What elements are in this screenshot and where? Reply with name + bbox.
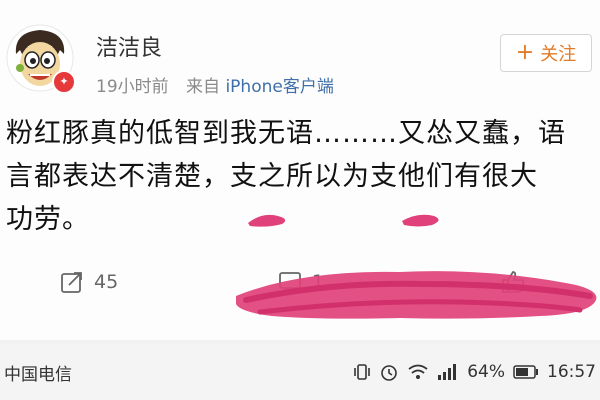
plus-icon: +	[515, 40, 535, 65]
alarm-icon	[381, 365, 398, 381]
repost-count: 45	[94, 271, 119, 293]
vibrate-icon	[354, 364, 371, 380]
post-meta: 19小时前 来自 iPhone客户端	[96, 72, 334, 97]
post-text: 粉红豚真的低智到我无语………又怂又蠢，语 言都表达不清楚，支之所以为支他们有很大…	[6, 118, 566, 235]
thumbs-up-icon	[502, 271, 525, 293]
comment-icon	[279, 272, 301, 294]
repost-icon	[61, 272, 82, 293]
comment-count: 1	[312, 271, 325, 293]
follow-button[interactable]: + 关注	[500, 34, 592, 72]
post-device-link[interactable]: iPhone客户端	[225, 77, 333, 97]
repost-button[interactable]: 45	[60, 270, 118, 294]
post-time: 19小时前	[96, 77, 169, 97]
like-button[interactable]	[500, 270, 536, 294]
signal-icon	[438, 364, 457, 380]
post-action-bar: 45 1	[0, 262, 600, 308]
wifi-icon	[408, 364, 428, 379]
phone-status-bar: 中国电信 64% 16:57	[0, 344, 600, 400]
verified-badge-icon: ✦	[52, 70, 76, 94]
battery-percent: 64%	[467, 362, 505, 382]
follow-button-label: 关注	[540, 44, 577, 65]
post-source-prefix: 来自	[186, 77, 221, 97]
post-username[interactable]: 洁洁良	[96, 30, 162, 62]
weibo-post-card: ✦ 洁洁良 19小时前 来自 iPhone客户端 + 关注 粉红豚真的低智到我无…	[0, 0, 600, 340]
status-icons: 64% 16:57	[353, 362, 596, 382]
carrier-name: 中国电信	[4, 364, 72, 385]
status-time: 16:57	[547, 362, 596, 382]
comment-button[interactable]: 1	[278, 270, 324, 294]
battery-icon	[513, 365, 538, 379]
